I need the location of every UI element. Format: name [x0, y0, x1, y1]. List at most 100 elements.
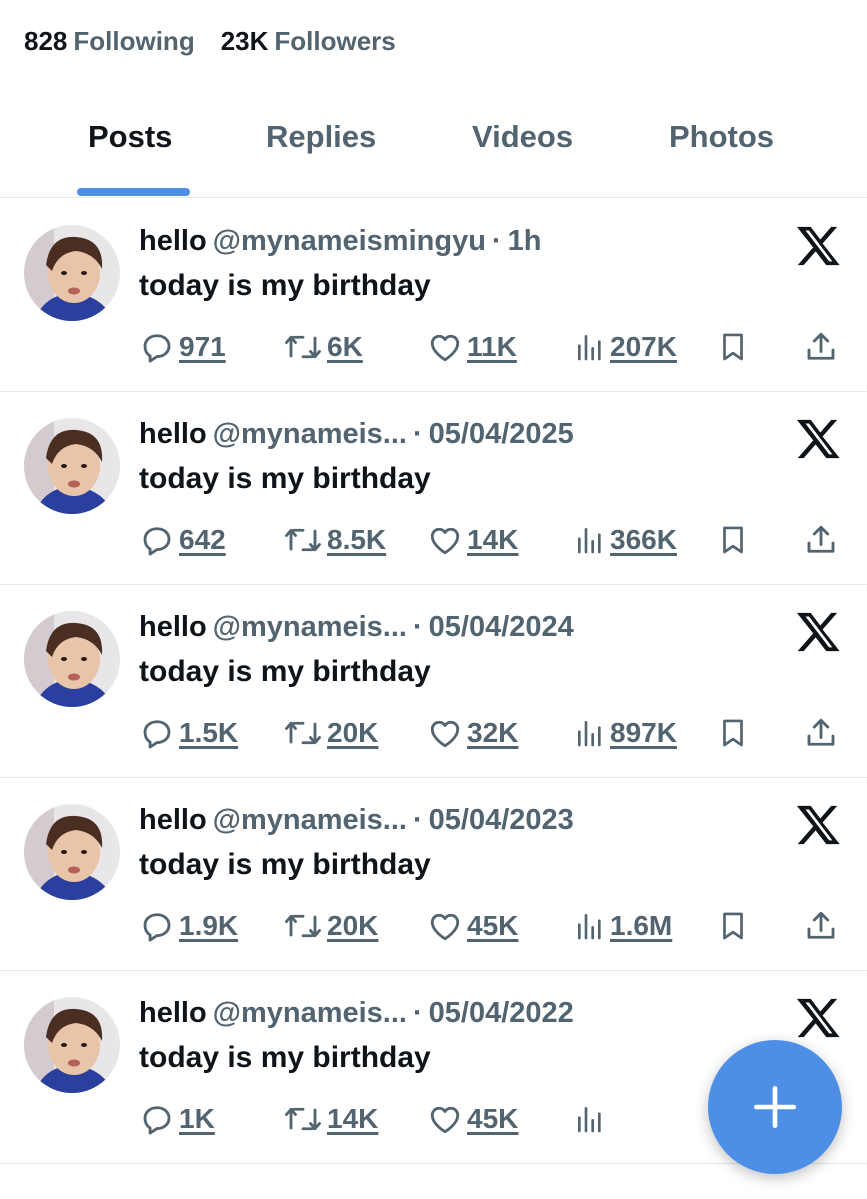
repost-count: 20K: [327, 717, 379, 748]
like-count: 32K: [467, 717, 519, 748]
post[interactable]: hello @mynameis... · 05/04/2024 today is my…: [0, 585, 867, 778]
reply-count: 1.9K: [179, 910, 239, 941]
post-header: hello @mynameis... · 05/04/2022: [139, 997, 574, 1030]
repost-count: 14K: [327, 1103, 379, 1134]
view-count: 1.6M: [610, 910, 673, 941]
heart-icon: [430, 527, 460, 555]
post-timestamp[interactable]: 05/04/2024: [429, 611, 574, 643]
reply-button[interactable]: 1K: [139, 1101, 215, 1137]
display-name[interactable]: hello: [139, 225, 207, 257]
following-label: Following: [73, 26, 195, 56]
post[interactable]: hello @mynameismingyu · 1h today is my birt…: [0, 199, 867, 392]
display-name[interactable]: hello: [139, 611, 207, 643]
avatar[interactable]: [24, 804, 120, 900]
like-count: 14K: [467, 524, 519, 555]
heart-icon: [430, 1106, 460, 1134]
post-timestamp[interactable]: 05/04/2023: [429, 804, 574, 836]
like-button[interactable]: 11K: [427, 329, 517, 365]
repost-count: 20K: [327, 910, 379, 941]
share-upload-icon[interactable]: [803, 522, 839, 558]
avatar[interactable]: [24, 418, 120, 514]
avatar[interactable]: [24, 225, 120, 321]
tab-videos[interactable]: Videos: [472, 119, 573, 155]
reply-button[interactable]: 642: [139, 522, 226, 558]
bookmark-icon[interactable]: [716, 329, 750, 365]
views-button[interactable]: 207K: [574, 329, 677, 365]
repost-count: 6K: [327, 331, 363, 362]
user-handle[interactable]: @mynameis...: [213, 997, 407, 1029]
avatar[interactable]: [24, 997, 120, 1093]
bar-chart-icon: [578, 335, 601, 361]
post-text: today is my birthday: [139, 269, 431, 302]
like-button[interactable]: 14K: [427, 522, 518, 558]
tab-photos[interactable]: Photos: [669, 119, 774, 155]
user-handle[interactable]: @mynameis...: [213, 418, 407, 450]
post-timestamp[interactable]: 05/04/2025: [429, 418, 574, 450]
share-upload-icon[interactable]: [803, 908, 839, 944]
post-actions: 971 6K 11K 207K: [0, 329, 867, 369]
post-actions: 1.9K 20K 45K 1.6M: [0, 908, 867, 948]
speech-bubble-icon: [143, 527, 171, 556]
repost-arrows-icon: [285, 528, 321, 552]
x-logo-icon: [796, 419, 840, 459]
share-upload-icon[interactable]: [803, 715, 839, 751]
like-button[interactable]: 45K: [427, 908, 518, 944]
views-button[interactable]: 897K: [574, 715, 677, 751]
followers-link[interactable]: 23K Followers: [221, 26, 396, 57]
like-button[interactable]: 45K: [427, 1101, 518, 1137]
repost-button[interactable]: 8.5K: [283, 522, 386, 558]
repost-count: 8.5K: [327, 524, 387, 555]
repost-arrows-icon: [285, 335, 321, 359]
post[interactable]: hello @mynameis... · 05/04/2023 today is my…: [0, 778, 867, 971]
like-button[interactable]: 32K: [427, 715, 518, 751]
reply-button[interactable]: 1.9K: [139, 908, 238, 944]
post-text: today is my birthday: [139, 848, 431, 881]
like-count: 11K: [467, 331, 517, 362]
reply-button[interactable]: 971: [139, 329, 226, 365]
views-button[interactable]: 366K: [574, 522, 677, 558]
bookmark-icon[interactable]: [716, 715, 750, 751]
speech-bubble-icon: [143, 1106, 171, 1135]
x-logo-icon: [796, 998, 840, 1038]
share-upload-icon[interactable]: [803, 329, 839, 365]
tab-posts[interactable]: Posts: [88, 119, 172, 155]
repost-button[interactable]: 6K: [283, 329, 363, 365]
display-name[interactable]: hello: [139, 418, 207, 450]
like-count: 45K: [467, 910, 519, 941]
views-button[interactable]: 1.6M: [574, 908, 672, 944]
post-header: hello @mynameis... · 05/04/2025: [139, 418, 574, 451]
post-header: hello @mynameis... · 05/04/2024: [139, 611, 574, 644]
bar-chart-icon: [578, 1107, 601, 1133]
heart-icon: [430, 913, 460, 941]
user-handle[interactable]: @mynameismingyu: [213, 225, 486, 257]
avatar[interactable]: [24, 611, 120, 707]
separator-dot: ·: [412, 997, 423, 1029]
views-button[interactable]: [574, 1101, 610, 1137]
compose-button[interactable]: [708, 1040, 842, 1174]
reply-count: 1.5K: [179, 717, 239, 748]
reply-button[interactable]: 1.5K: [139, 715, 238, 751]
repost-button[interactable]: 20K: [283, 715, 378, 751]
post-actions: 1.5K 20K 32K 897K: [0, 715, 867, 755]
post-timestamp[interactable]: 1h: [508, 225, 542, 257]
user-handle[interactable]: @mynameis...: [213, 804, 407, 836]
reply-count: 1K: [179, 1103, 215, 1134]
following-link[interactable]: 828 Following: [24, 26, 195, 57]
followers-label: Followers: [274, 26, 396, 56]
repost-button[interactable]: 14K: [283, 1101, 378, 1137]
bar-chart-icon: [578, 528, 601, 554]
display-name[interactable]: hello: [139, 804, 207, 836]
post[interactable]: hello @mynameis... · 05/04/2025 today is my…: [0, 392, 867, 585]
tab-replies[interactable]: Replies: [266, 119, 376, 155]
post-actions: 642 8.5K 14K 366K: [0, 522, 867, 562]
x-logo-icon: [796, 805, 840, 845]
repost-button[interactable]: 20K: [283, 908, 378, 944]
bar-chart-icon: [578, 721, 601, 747]
display-name[interactable]: hello: [139, 997, 207, 1029]
bookmark-icon[interactable]: [716, 522, 750, 558]
post-text: today is my birthday: [139, 1041, 431, 1074]
post-timestamp[interactable]: 05/04/2022: [429, 997, 574, 1029]
bookmark-icon[interactable]: [716, 908, 750, 944]
user-handle[interactable]: @mynameis...: [213, 611, 407, 643]
separator-dot: ·: [491, 225, 502, 257]
